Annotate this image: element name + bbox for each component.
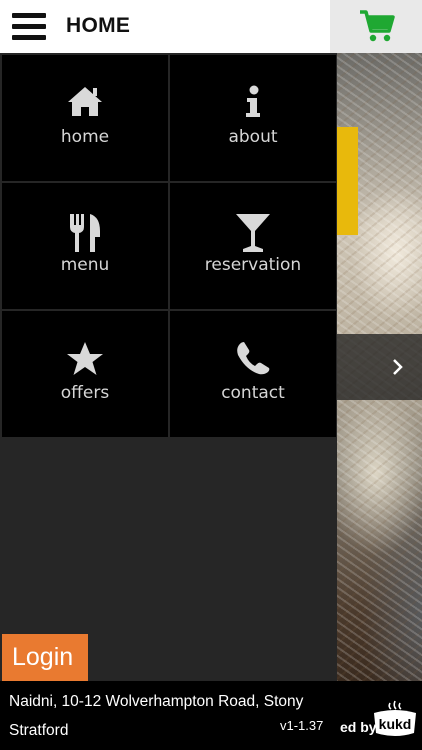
menu-tile-label: menu [60, 255, 110, 275]
info-icon [246, 85, 260, 117]
slider-next-button[interactable] [336, 334, 422, 400]
cocktail-icon [236, 214, 270, 252]
hamburger-menu-icon[interactable] [12, 13, 46, 41]
kukd-logo-text: kukd [379, 716, 412, 732]
star-icon [67, 342, 103, 375]
menu-tile-home[interactable]: home [2, 55, 168, 181]
menu-tile-menu[interactable]: menu [2, 183, 168, 309]
cart-icon [360, 10, 395, 42]
menu-tile-label: offers [60, 383, 110, 403]
house-icon [68, 87, 102, 116]
top-bar: HOME [0, 0, 422, 53]
menu-tile-label: contact [221, 383, 285, 403]
restaurant-address: Naidni, 10-12 Wolverhampton Road, Stony … [9, 693, 304, 739]
menu-tile-about[interactable]: about [170, 55, 336, 181]
menu-tile-label: about [228, 127, 278, 147]
login-button[interactable]: Login [2, 634, 88, 681]
footer: Naidni, 10-12 Wolverhampton Road, Stony … [0, 681, 422, 750]
login-label: Login [12, 643, 74, 671]
app-version: v1-1.37 [280, 718, 324, 733]
menu-tile-reservation[interactable]: reservation [170, 183, 336, 309]
cart-button[interactable] [330, 0, 422, 53]
menu-tile-label: home [60, 127, 110, 147]
cutlery-icon [70, 214, 100, 252]
slider-accent-bar [336, 127, 358, 235]
kukd-logo[interactable]: kukd [368, 699, 422, 743]
page-title: HOME [66, 14, 131, 37]
phone-icon [237, 342, 270, 375]
chevron-right-icon [393, 359, 403, 375]
menu-tile-contact[interactable]: contact [170, 311, 336, 437]
menu-tile-offers[interactable]: offers [2, 311, 168, 437]
menu-grid: home about menu reservation offers conta… [0, 53, 337, 437]
menu-tile-label: reservation [204, 255, 302, 275]
